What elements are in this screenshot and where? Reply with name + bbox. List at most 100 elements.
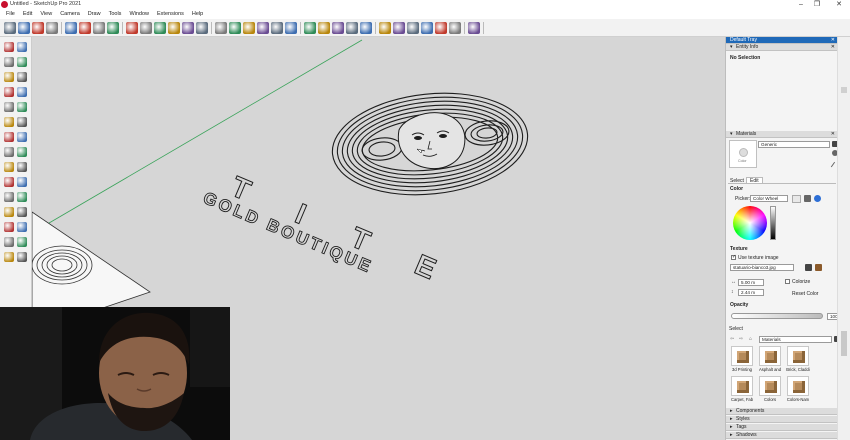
axes-icon[interactable] [271, 22, 283, 34]
menu-help[interactable]: Help [188, 10, 207, 19]
iso-view-icon[interactable] [379, 22, 391, 34]
match-color-model-icon[interactable] [792, 195, 801, 203]
color-wheel[interactable] [733, 206, 767, 240]
collapsed-section-header[interactable]: ▸ Components [726, 408, 838, 415]
warehouse-icon[interactable] [304, 22, 316, 34]
text-icon[interactable] [17, 192, 27, 202]
select-icon[interactable] [4, 42, 14, 52]
library-select[interactable]: Materials [759, 336, 832, 343]
entity-info-header[interactable]: ▾ Entity Info ✕ [726, 44, 838, 51]
home-icon[interactable]: ⌂ [749, 336, 752, 342]
material-name-field[interactable]: Generic [758, 141, 830, 148]
back-arrow-icon[interactable]: ⇦ [730, 336, 734, 342]
reset-color-button[interactable]: Reset Color [792, 291, 818, 297]
circle-icon[interactable] [107, 22, 119, 34]
scroll-up-icon[interactable] [841, 87, 847, 93]
menu-file[interactable]: File [2, 10, 19, 19]
menu-window[interactable]: Window [125, 10, 153, 19]
move-icon[interactable] [4, 147, 14, 157]
close-icon[interactable]: ✕ [832, 0, 846, 10]
tape-measure-icon[interactable] [215, 22, 227, 34]
3d-text-icon[interactable] [17, 207, 27, 217]
protractor-icon[interactable] [243, 22, 255, 34]
zoom-icon[interactable] [4, 237, 14, 247]
rectangle-icon[interactable] [4, 87, 14, 97]
tray-close-icon[interactable]: ✕ [831, 37, 835, 44]
protractor-icon[interactable] [4, 192, 14, 202]
orbit-icon[interactable] [4, 222, 14, 232]
follow-me-icon[interactable] [17, 132, 27, 142]
entity-info-close-icon[interactable]: ✕ [831, 44, 835, 51]
extension-icon[interactable] [318, 22, 330, 34]
freehand-icon[interactable] [17, 72, 27, 82]
scale-icon[interactable] [168, 22, 180, 34]
material-swatch[interactable]: Asphalt and [758, 346, 782, 372]
collapsed-section-header[interactable]: ▸ Tags [726, 424, 838, 431]
front-view-icon[interactable] [407, 22, 419, 34]
use-texture-checkbox[interactable] [731, 254, 736, 260]
dimension-icon[interactable] [17, 177, 27, 187]
move-icon[interactable] [140, 22, 152, 34]
pie-icon[interactable] [17, 117, 27, 127]
collapsed-section-header[interactable]: ▸ Styles [726, 416, 838, 423]
scale-icon[interactable] [4, 162, 14, 172]
rotate-icon[interactable] [154, 22, 166, 34]
left-view-icon[interactable] [449, 22, 461, 34]
material-swatch[interactable]: 3d Printing [730, 346, 754, 372]
menu-extensions[interactable]: Extensions [153, 10, 188, 19]
orbit-icon[interactable] [46, 22, 58, 34]
text-icon[interactable] [257, 22, 269, 34]
zoom-extents-icon[interactable] [4, 252, 14, 262]
maximize-icon[interactable]: ❐ [810, 0, 824, 10]
material-swatch[interactable]: Colors [758, 376, 782, 402]
arc-icon[interactable] [79, 22, 91, 34]
tray-scrollbar[interactable] [837, 37, 850, 440]
rotate-icon[interactable] [17, 147, 27, 157]
zoom-window-icon[interactable] [17, 237, 27, 247]
offset-icon[interactable] [17, 162, 27, 172]
dimension-icon[interactable] [229, 22, 241, 34]
collapsed-section-header[interactable]: ▸ Shadows [726, 432, 838, 439]
right-view-icon[interactable] [421, 22, 433, 34]
menu-draw[interactable]: Draw [84, 10, 105, 19]
materials-close-icon[interactable]: ✕ [831, 131, 835, 138]
3d-text-icon[interactable] [285, 22, 297, 34]
picker-select[interactable]: Color Wheel [750, 195, 788, 202]
forward-arrow-icon[interactable]: ⇨ [739, 336, 743, 342]
section-icon[interactable] [346, 22, 358, 34]
match-color-screen-icon[interactable] [804, 195, 811, 202]
browse-folder-icon[interactable] [805, 264, 812, 271]
opacity-slider[interactable] [731, 313, 823, 319]
material-swatch[interactable]: Brick, Claddi [786, 346, 810, 372]
menu-camera[interactable]: Camera [56, 10, 84, 19]
menu-tools[interactable]: Tools [105, 10, 126, 19]
eyedropper-icon[interactable] [814, 195, 821, 202]
texture-width-field[interactable]: 5.00 m [738, 279, 764, 286]
material-swatch[interactable]: Colors-Nam [786, 376, 810, 402]
menu-edit[interactable]: Edit [19, 10, 36, 19]
edit-texture-icon[interactable] [815, 264, 822, 271]
rectangle-icon[interactable] [93, 22, 105, 34]
axes-icon[interactable] [4, 207, 14, 217]
push-pull-icon[interactable] [126, 22, 138, 34]
arc-icon[interactable] [4, 117, 14, 127]
line-icon[interactable] [65, 22, 77, 34]
scroll-thumb[interactable] [841, 331, 847, 356]
follow-me-icon[interactable] [196, 22, 208, 34]
tape-measure-icon[interactable] [4, 177, 14, 187]
polygon-icon[interactable] [17, 102, 27, 112]
materials-header[interactable]: ▾ Materials ✕ [726, 131, 838, 138]
eraser-icon[interactable] [18, 22, 30, 34]
push-pull-icon[interactable] [4, 132, 14, 142]
menu-view[interactable]: View [36, 10, 56, 19]
offset-icon[interactable] [182, 22, 194, 34]
circle-icon[interactable] [4, 102, 14, 112]
select-icon[interactable] [4, 22, 16, 34]
style-icon[interactable] [468, 22, 480, 34]
material-swatch[interactable]: Carpet, Fab [730, 376, 754, 402]
paint-bucket-icon[interactable] [4, 57, 14, 67]
minimize-icon[interactable]: – [794, 0, 808, 10]
line-icon[interactable] [4, 72, 14, 82]
brightness-slider[interactable] [770, 206, 776, 240]
texture-height-field[interactable]: 2.44 m [738, 289, 764, 296]
